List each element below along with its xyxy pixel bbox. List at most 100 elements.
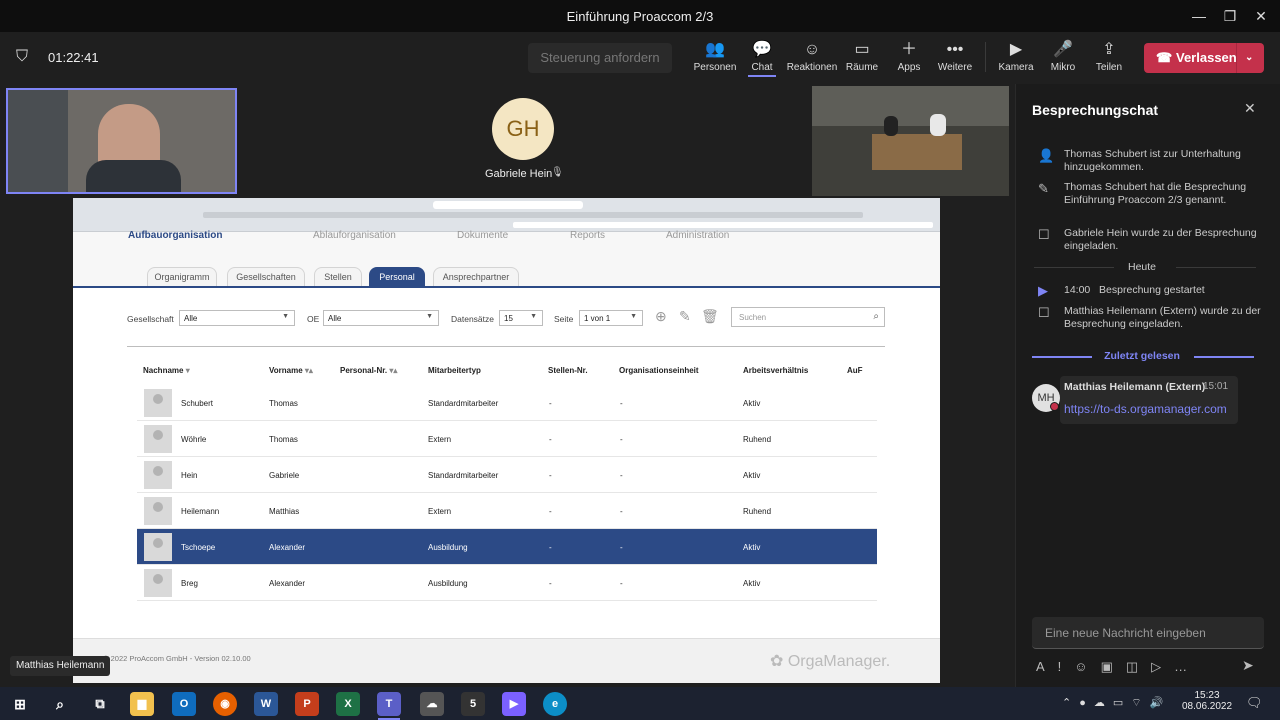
self-video[interactable] [6,88,237,194]
gif-icon[interactable]: ▣ [1101,659,1126,674]
table-row[interactable]: Tschoepe Alexander Ausbildung - - Aktiv [137,529,877,565]
excel-icon[interactable]: X [336,692,360,716]
person-placeholder-icon [144,389,172,417]
clock[interactable]: 15:23 08.06.2022 [1182,690,1232,712]
cell-vorname: Alexander [269,579,306,588]
share-button[interactable]: ⇪ Teilen [1081,40,1137,73]
oe-select[interactable]: Alle ▼ [323,310,439,326]
col-nachname[interactable]: Nachname ▾ [143,366,190,375]
more-icon[interactable]: … [1174,659,1200,674]
datensaetze-select[interactable]: 15 ▼ [499,310,543,326]
search-input[interactable]: Suchen ⌕ [731,307,885,327]
url-bar[interactable] [513,222,933,228]
table-row[interactable]: Heilemann Matthias Extern - - Ruhend [137,493,877,529]
send-to-icon[interactable]: ▷ [1151,659,1174,674]
chat-icon: 💬 [752,41,772,58]
col-arbeitsverhaeltnis[interactable]: Arbeitsverhältnis [743,366,808,375]
window-title: Einführung Proaccom 2/3 [566,9,714,24]
edit-icon[interactable]: ✎ [679,308,691,325]
shield-icon: ⛉ [16,48,29,65]
close-window-button[interactable]: ✕ [1251,6,1271,26]
send-icon[interactable]: ➤ [1242,657,1254,674]
datensaetze-label: Datensätze [451,314,494,324]
nav-reports[interactable]: Reports [570,230,605,241]
add-person-icon[interactable]: ⊕ [655,308,667,325]
cell-arbeitsverhaeltnis: Ruhend [743,507,772,516]
share-icon: ⇪ [1102,41,1116,58]
word-icon[interactable]: W [254,692,278,716]
format-icon[interactable]: A [1036,659,1058,674]
table-row[interactable]: Breg Alexander Ausbildung - - Aktiv [137,565,877,601]
col-personalnr[interactable]: Personal-Nr. ▾▴ [340,366,397,375]
col-mitarbeitertyp[interactable]: Mitarbeitertyp [428,366,481,375]
minimize-button[interactable]: — [1189,6,1209,26]
app-icon[interactable]: 5 [461,692,485,716]
nav-administration[interactable]: Administration [666,230,729,241]
more-button[interactable]: ••• Weitere [927,40,983,73]
table-row[interactable]: Schubert Thomas Standardmitarbeiter - - Aktiv [137,385,877,421]
emoji-icon[interactable]: ☺ [1074,659,1100,674]
teams-icon[interactable]: T [377,692,401,716]
col-organisationseinheit[interactable]: Organisationseinheit [619,366,699,375]
seite-label: Seite [554,314,574,324]
firefox-icon[interactable]: ◉ [213,692,237,716]
notifications-icon[interactable]: 🗨 [1246,695,1263,711]
message-input[interactable]: Eine neue Nachricht eingeben [1032,617,1264,649]
person-joined-icon: 👤 [1038,148,1055,163]
cell-arbeitsverhaeltnis: Aktiv [743,471,761,480]
divider [985,42,986,72]
cell-mitarbeitertyp: Extern [428,435,452,444]
tab-organigramm[interactable]: Organigramm [147,267,217,287]
message-link[interactable]: https://to-ds.orgamanager.com [1064,402,1227,416]
gesellschaft-label: Gesellschaft [127,314,174,324]
video-app-icon[interactable]: ▶ [502,692,526,716]
search-icon[interactable]: ⌕ [48,692,72,716]
person-placeholder-icon [144,497,172,525]
cell-vorname: Alexander [269,543,306,552]
windows-start-icon[interactable]: ⊞ [8,692,32,716]
important-icon[interactable]: ! [1058,659,1075,674]
task-view-icon[interactable]: ⧉ [88,692,112,716]
person-placeholder-icon [144,569,172,597]
file-explorer-icon[interactable]: ▆ [130,692,154,716]
cell-stellennr: - [549,399,552,408]
tab-gesellschaften[interactable]: Gesellschaften [227,267,305,287]
chat-message[interactable]: Matthias Heilemann (Extern) 15:01 https:… [1060,376,1238,424]
nav-aufbau[interactable]: Aufbauorganisation [128,230,222,241]
meeting-toolbar: ⛉ 01:22:41 Steuerung anfordern 👥 Personen… [0,32,1280,84]
system-tray[interactable]: ⌃●☁▭⌔🔊 [1062,696,1171,710]
edge-icon[interactable]: e [543,692,567,716]
address-bar[interactable] [433,201,583,209]
close-icon[interactable]: ✕ [1244,100,1256,117]
tab-stellen[interactable]: Stellen [314,267,362,287]
col-vorname[interactable]: Vorname ▾▴ [269,366,313,375]
col-auf[interactable]: AuF [847,366,863,375]
seite-select[interactable]: 1 von 1 ▼ [579,310,643,326]
cell-oe: - [620,507,623,516]
chat-button[interactable]: 💬 Chat [734,40,790,77]
cell-nachname: Heilemann [181,507,220,516]
tab-ansprechpartner[interactable]: Ansprechpartner [433,267,519,287]
chat-event: Thomas Schubert ist zur Unterhaltung hin… [1064,148,1241,173]
leave-button[interactable]: ☎ Verlassen ⌄ [1144,43,1264,73]
sticker-icon[interactable]: ◫ [1126,659,1151,674]
nav-ablauf[interactable]: Ablauforganisation [313,230,396,241]
maximize-button[interactable]: ❐ [1220,6,1240,26]
mic-muted-icon: 🎙 [551,167,564,178]
reactions-button[interactable]: ☺ Reaktionen [784,40,840,73]
col-stellennr[interactable]: Stellen-Nr. [548,366,588,375]
outlook-icon[interactable]: O [172,692,196,716]
tab-personal[interactable]: Personal [369,267,425,287]
browser-bar [73,198,940,232]
cell-nachname: Schubert [181,399,214,408]
chevron-down-icon[interactable]: ⌄ [1245,43,1253,73]
bookmarks-bar [203,212,863,218]
app-icon[interactable]: ☁ [420,692,444,716]
request-control-button[interactable]: Steuerung anfordern [528,43,672,73]
gesellschaft-select[interactable]: Alle ▼ [179,310,295,326]
trash-icon[interactable]: 🗑 [701,308,719,325]
powerpoint-icon[interactable]: P [295,692,319,716]
table-row[interactable]: Hein Gabriele Standardmitarbeiter - - Aktiv [137,457,877,493]
table-row[interactable]: Wöhrle Thomas Extern - - Ruhend [137,421,877,457]
nav-dokumente[interactable]: Dokumente [457,230,508,241]
